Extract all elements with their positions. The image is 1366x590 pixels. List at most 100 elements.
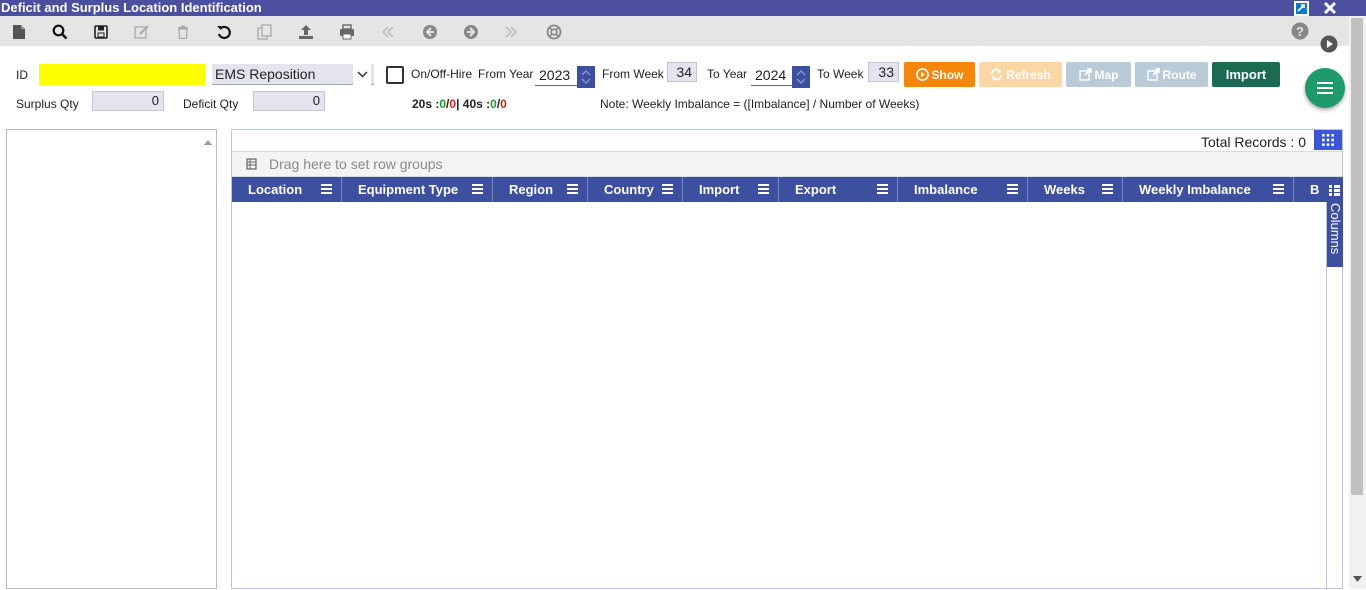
total-records: Total Records : 0 [1200,134,1306,150]
left-panel[interactable] [6,129,217,589]
column-header-weekly-imbalance[interactable]: Weekly Imbalance [1123,177,1294,202]
next-icon[interactable] [462,23,480,41]
scroll-down-icon[interactable] [1353,571,1362,585]
refresh-button-label: Refresh [1006,67,1051,82]
to-year-label: To Year [707,67,748,81]
play-icon[interactable] [1320,35,1338,53]
count-40-green: 0 [490,97,497,111]
from-year-label: From Year [478,67,534,81]
column-header-export[interactable]: Export [779,177,898,202]
help-icon[interactable]: ? [1291,22,1309,40]
route-button[interactable]: Route [1135,62,1208,87]
show-button-label: Show [931,67,964,82]
group-icon [246,157,257,173]
upload-icon[interactable] [297,23,315,41]
title-bar: Deficit and Surplus Location Identificat… [0,0,1366,16]
from-week-label: From Week [602,67,664,81]
column-menu-icon[interactable] [321,182,332,197]
from-week-input[interactable]: 34 [667,62,697,82]
columns-icon [1329,185,1340,199]
map-button-label: Map [1094,67,1119,82]
surplus-qty-input[interactable]: 0 [92,91,164,111]
menu-fab[interactable] [1305,68,1345,108]
undo-icon[interactable] [215,23,233,41]
from-year-input[interactable]: 2023 [535,64,577,86]
column-menu-icon[interactable] [758,182,769,197]
column-header-import[interactable]: Import [683,177,779,202]
to-year-spinner[interactable] [792,66,810,88]
onoff-hire-label: On/Off-Hire [411,67,473,81]
row-group-dropzone[interactable]: Drag here to set row groups [232,151,1342,177]
close-icon[interactable] [1322,0,1338,16]
delete-icon[interactable] [174,23,192,41]
toolbar: ? [0,16,1349,53]
external-link-icon [1146,68,1160,81]
deficit-qty-input[interactable]: 0 [253,91,325,111]
column-menu-icon[interactable] [1102,182,1113,197]
column-header-label: Equipment Type [358,182,459,197]
id-label: ID [16,68,28,82]
surplus-qty-label: Surplus Qty [16,97,79,111]
column-menu-icon[interactable] [877,182,888,197]
window-title: Deficit and Surplus Location Identificat… [1,0,262,15]
first-icon[interactable] [379,23,397,41]
column-header-label: Imbalance [914,182,978,197]
help-ring-icon[interactable] [545,23,563,41]
last-icon[interactable] [502,23,520,41]
column-header-imbalance[interactable]: Imbalance [898,177,1028,202]
new-file-icon[interactable] [10,23,28,41]
scroll-up-icon[interactable] [204,134,212,148]
column-header-country[interactable]: Country [588,177,683,202]
column-header-label: Import [699,182,740,197]
from-year-spinner[interactable] [577,66,595,88]
column-header-label: Export [795,182,837,197]
column-header-b[interactable]: B [1294,177,1326,202]
columns-tool-panel-tab[interactable]: Columns [1326,177,1343,267]
play-circle-icon [915,68,929,81]
scrollbar-thumb[interactable] [1351,18,1363,495]
restore-icon[interactable] [1293,0,1309,16]
column-header-equipment-type[interactable]: Equipment Type [342,177,493,202]
column-header-label: Location [248,182,303,197]
refresh-button[interactable]: Refresh [979,62,1062,87]
column-header-location[interactable]: Location [232,177,342,202]
column-header-label: Country [604,182,654,197]
container-counts: 20s :0/0| 40s :0/0 [412,97,507,111]
to-week-input[interactable]: 33 [868,62,899,82]
import-button[interactable]: Import [1212,62,1280,87]
column-menu-icon[interactable] [1007,182,1018,197]
column-header-label: Weekly Imbalance [1139,182,1251,197]
column-header-weeks[interactable]: Weeks [1028,177,1123,202]
to-year-input[interactable]: 2024 [751,64,792,86]
print-icon[interactable] [338,23,356,41]
chevron-down-icon[interactable] [353,64,371,85]
copy-icon[interactable] [256,23,274,41]
id-field[interactable] [39,64,205,85]
map-button[interactable]: Map [1066,62,1131,87]
search-icon[interactable] [51,23,69,41]
vertical-scrollbar[interactable] [1349,16,1366,589]
external-link-icon [1078,68,1092,81]
column-header-region[interactable]: Region [493,177,588,202]
column-menu-icon[interactable] [662,182,673,197]
grid-header: Location Equipment Type Region Country I… [232,177,1326,202]
type-select-value: EMS Reposition [215,66,316,82]
type-select[interactable]: EMS Reposition [212,64,374,85]
route-button-label: Route [1162,67,1197,82]
column-menu-icon[interactable] [1273,182,1284,197]
column-header-label: Region [509,182,554,197]
save-icon[interactable] [92,23,110,41]
deficit-qty-label: Deficit Qty [183,97,239,111]
onoff-hire-checkbox[interactable] [386,66,404,84]
column-menu-icon[interactable] [567,182,578,197]
previous-icon[interactable] [421,23,439,41]
to-week-label: To Week [817,67,864,81]
grid-menu-icon[interactable] [1314,130,1342,150]
grid-status-bar: Total Records : 0 [232,130,1342,150]
edit-icon[interactable] [133,23,151,41]
import-button-label: Import [1225,67,1267,82]
column-header-label: Weeks [1044,182,1085,197]
column-menu-icon[interactable] [472,182,483,197]
show-button[interactable]: Show [904,62,975,87]
refresh-icon [991,68,1003,81]
